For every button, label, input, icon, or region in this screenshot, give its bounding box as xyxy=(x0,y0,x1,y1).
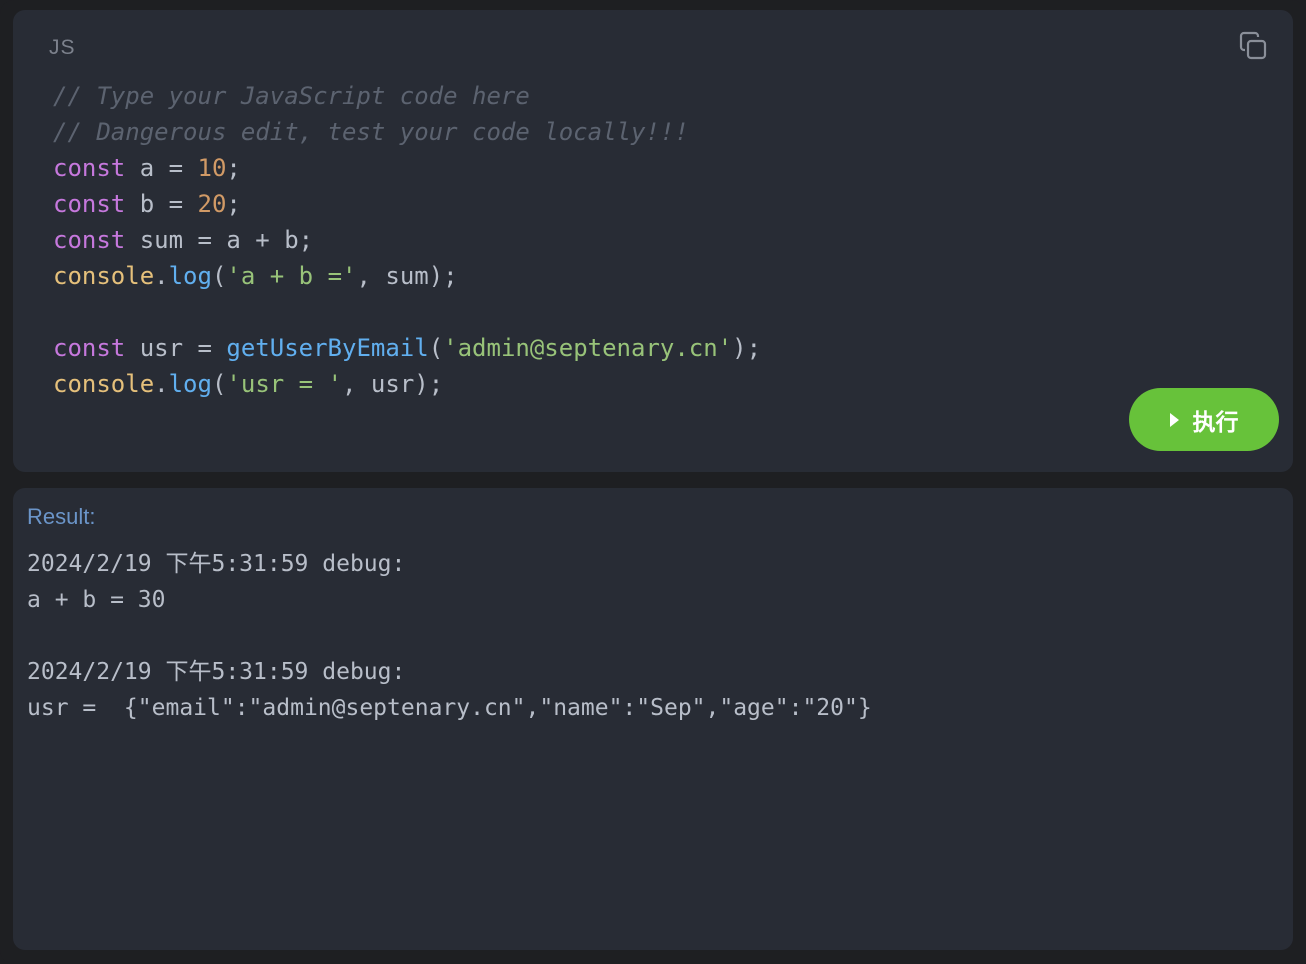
code-token-plain: , usr); xyxy=(342,370,444,398)
code-line: const usr = getUserByEmail('admin@septen… xyxy=(53,330,761,366)
code-line: const sum = a + b; xyxy=(53,222,761,258)
code-area[interactable]: // Type your JavaScript code here // Dang… xyxy=(53,78,761,402)
code-token-plain: b = xyxy=(125,190,198,218)
code-token-str: 'admin@septenary.cn' xyxy=(443,334,733,362)
code-line: // Type your JavaScript code here xyxy=(53,78,761,114)
code-token-obj: console xyxy=(53,370,155,398)
code-line: const b = 20; xyxy=(53,186,761,222)
code-token-plain: usr = xyxy=(125,334,227,362)
code-token-str: 'usr = ' xyxy=(226,370,343,398)
result-line: 2024/2/19 下午5:31:59 debug: xyxy=(27,551,406,577)
code-token-plain: ; xyxy=(226,154,241,182)
code-token-plain: ); xyxy=(732,334,762,362)
code-token-plain: ( xyxy=(211,370,227,398)
code-line: console.log('a + b =', sum); xyxy=(53,258,761,294)
result-output: 2024/2/19 下午5:31:59 debug: a + b = 30 2024… xyxy=(27,546,872,726)
code-token-kw: const xyxy=(53,190,126,218)
code-token-fn: log xyxy=(168,370,212,398)
result-panel: Result: 2024/2/19 下午5:31:59 debug: a + b … xyxy=(13,488,1293,950)
code-token-str: 'a + b =' xyxy=(226,262,357,290)
copy-icon-graphic xyxy=(1239,31,1267,60)
result-line: 2024/2/19 下午5:31:59 debug: xyxy=(27,659,406,685)
code-token-plain: sum = a + b; xyxy=(125,226,314,254)
code-token-plain: , sum); xyxy=(356,262,458,290)
code-line: const a = 10; xyxy=(53,150,761,186)
code-token-fn: log xyxy=(168,262,212,290)
play-icon xyxy=(1169,412,1179,427)
code-editor-panel[interactable]: JS // Type your JavaScript code here // D… xyxy=(13,10,1293,472)
code-line: console.log('usr = ', usr); xyxy=(53,366,761,402)
language-label: JS xyxy=(49,36,76,59)
run-button-label: 执行 xyxy=(1192,409,1239,436)
code-token-plain: ( xyxy=(211,262,227,290)
result-line: usr = {"email":"admin@septenary.cn","nam… xyxy=(27,695,872,721)
code-token-num: 20 xyxy=(197,190,227,218)
result-line: a + b = 30 xyxy=(27,587,166,613)
code-line: // Dangerous edit, test your code locall… xyxy=(53,114,761,150)
code-token-obj: console xyxy=(53,262,155,290)
code-token-plain: . xyxy=(154,370,169,398)
run-button[interactable]: 执行 xyxy=(1129,388,1279,451)
code-token-fn: getUserByEmail xyxy=(226,334,429,362)
result-title: Result: xyxy=(27,504,96,529)
code-token-kw: const xyxy=(53,226,126,254)
code-token-kw: const xyxy=(53,334,126,362)
result-line xyxy=(27,618,872,654)
code-token-kw: const xyxy=(53,154,126,182)
app-frame: JS // Type your JavaScript code here // D… xyxy=(0,0,1306,964)
code-token-plain: a = xyxy=(125,154,198,182)
code-token-plain: ; xyxy=(226,190,241,218)
code-token-num: 10 xyxy=(197,154,227,182)
code-token-plain: . xyxy=(154,262,169,290)
code-token-plain: ( xyxy=(428,334,444,362)
code-token-comment: // Dangerous edit, test your code locall… xyxy=(53,118,689,146)
code-token-comment: // Type your JavaScript code here xyxy=(53,82,530,110)
copy-icon[interactable] xyxy=(1237,30,1269,62)
